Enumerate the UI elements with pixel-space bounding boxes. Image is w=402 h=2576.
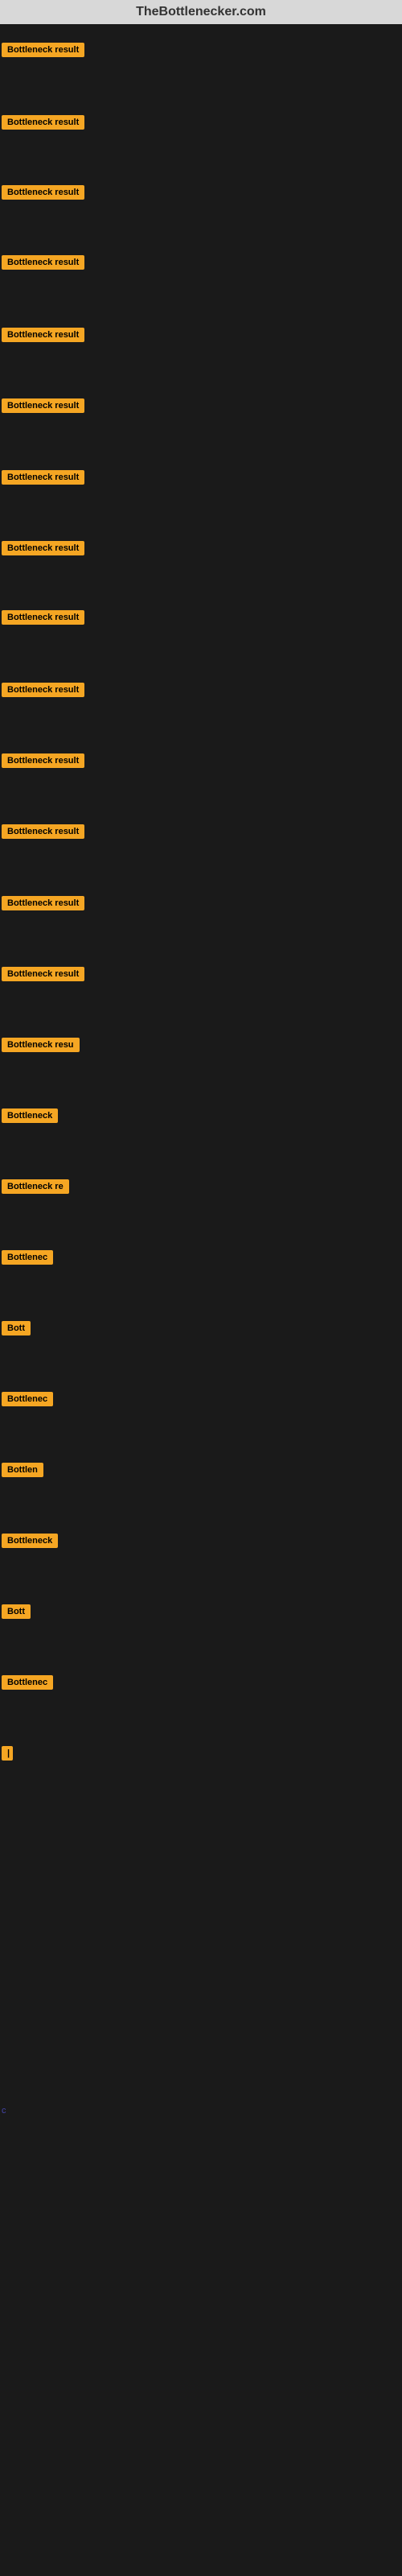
bottleneck-item: Bottleneck result [2,470,84,489]
bottleneck-item: Bottleneck result [2,753,84,772]
bottleneck-badge[interactable]: Bottlenec [2,1675,53,1690]
small-label: c [2,2106,6,2116]
bottleneck-badge[interactable]: Bottleneck [2,1108,58,1123]
bottleneck-item: Bottlen [2,1463,43,1481]
bottleneck-badge[interactable]: | [2,1746,13,1761]
bottleneck-badge[interactable]: Bottleneck re [2,1179,69,1194]
site-header: TheBottlenecker.com [0,0,402,24]
bottleneck-item: Bottleneck result [2,328,84,346]
bottleneck-item: Bottleneck result [2,610,84,629]
content-area: Bottleneck result Bottleneck result Bottle… [0,24,402,2520]
bottleneck-item: Bottleneck result [2,185,84,204]
bottleneck-badge[interactable]: Bottleneck result [2,753,84,768]
bottleneck-item: Bott [2,1321,31,1340]
bottleneck-item: Bottleneck result [2,541,84,559]
bottleneck-item: Bottleneck result [2,398,84,417]
bottleneck-badge[interactable]: Bottleneck result [2,824,84,839]
bottleneck-badge[interactable]: Bottleneck result [2,683,84,697]
bottleneck-badge[interactable]: Bottleneck result [2,115,84,130]
bottleneck-item: Bottleneck result [2,115,84,134]
bottleneck-item: Bottleneck result [2,683,84,701]
bottleneck-item: Bott [2,1604,31,1623]
bottleneck-badge[interactable]: Bottleneck result [2,610,84,625]
bottleneck-badge[interactable]: Bottlenec [2,1392,53,1406]
bottleneck-item: Bottleneck result [2,896,84,914]
site-title: TheBottlenecker.com [136,5,266,19]
bottleneck-badge[interactable]: Bottleneck [2,1534,58,1548]
bottleneck-item: Bottleneck [2,1108,58,1127]
bottleneck-item: Bottleneck result [2,967,84,985]
bottleneck-badge[interactable]: Bottleneck result [2,185,84,200]
bottleneck-badge[interactable]: Bott [2,1321,31,1335]
bottleneck-item: | [2,1746,13,1765]
page-container: TheBottlenecker.com Bottleneck resultBot… [0,0,402,2520]
bottleneck-item: Bottleneck [2,1534,58,1552]
bottleneck-item: Bottlenec [2,1675,53,1694]
bottleneck-item: Bottleneck re [2,1179,69,1198]
bottleneck-badge[interactable]: Bottleneck result [2,43,84,57]
bottleneck-item: Bottleneck resu [2,1038,80,1056]
bottleneck-badge[interactable]: Bottleneck result [2,255,84,270]
bottleneck-item: Bottleneck result [2,824,84,843]
bottleneck-badge[interactable]: Bottleneck resu [2,1038,80,1052]
bottleneck-item: Bottleneck result [2,43,84,61]
bottleneck-badge[interactable]: Bottleneck result [2,541,84,555]
bottleneck-item: Bottleneck result [2,255,84,274]
bottleneck-item: Bottlenec [2,1250,53,1269]
bottleneck-badge[interactable]: Bottleneck result [2,470,84,485]
bottleneck-item: Bottlenec [2,1392,53,1410]
bottleneck-badge[interactable]: Bottlenec [2,1250,53,1265]
bottleneck-badge[interactable]: Bottleneck result [2,967,84,981]
bottleneck-badge[interactable]: Bottlen [2,1463,43,1477]
bottleneck-badge[interactable]: Bott [2,1604,31,1619]
bottleneck-badge[interactable]: Bottleneck result [2,328,84,342]
bottleneck-badge[interactable]: Bottleneck result [2,896,84,910]
bottleneck-badge[interactable]: Bottleneck result [2,398,84,413]
